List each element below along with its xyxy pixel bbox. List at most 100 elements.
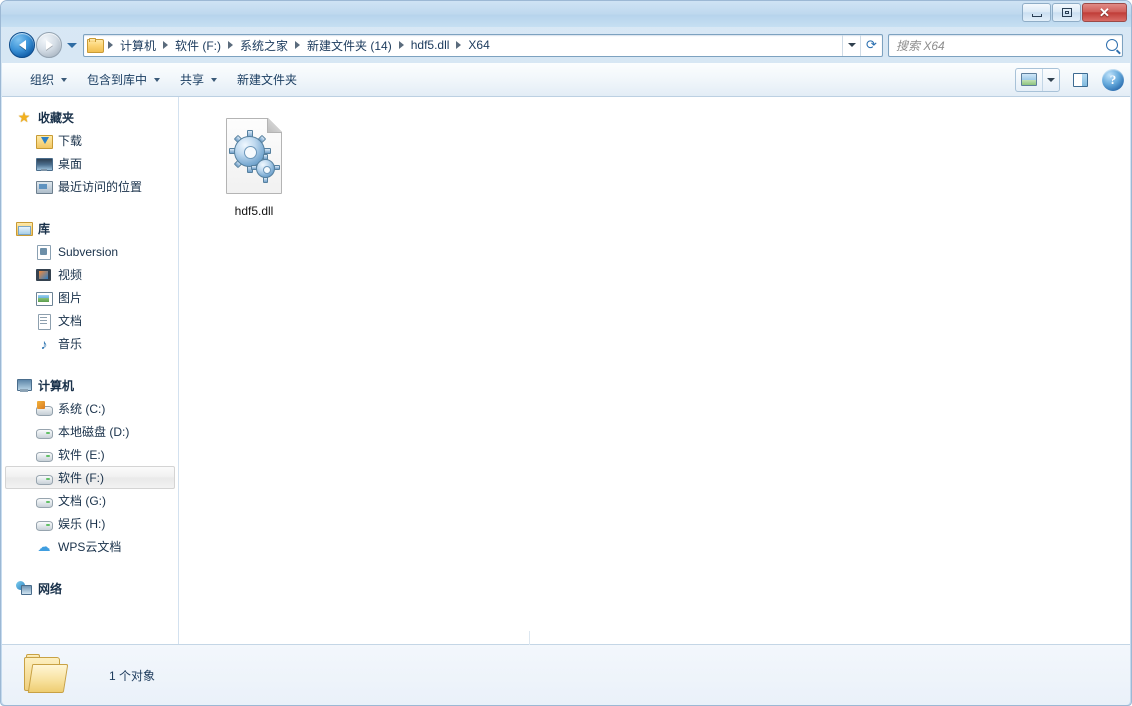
view-mode-icon-wrap: [1016, 69, 1042, 91]
sidebar-item-music[interactable]: ♪ 音乐: [5, 332, 175, 355]
breadcrumb-separator: [399, 41, 404, 49]
search-placeholder: 搜索 X64: [896, 37, 1106, 54]
command-bar: 组织 包含到库中 共享 新建文件夹: [2, 63, 1130, 97]
drive-icon: [36, 516, 52, 532]
drive-icon: [36, 424, 52, 440]
sidebar-item-documents[interactable]: 文档: [5, 309, 175, 332]
preview-pane-button[interactable]: [1068, 68, 1092, 92]
status-bar: 1 个对象: [2, 644, 1130, 705]
view-mode-icon: [1021, 73, 1037, 86]
sidebar-item-drive-e[interactable]: 软件 (E:): [5, 443, 175, 466]
desktop-icon: [36, 156, 52, 172]
sidebar-item-label: 最近访问的位置: [58, 178, 142, 195]
sidebar-item-desktop[interactable]: 桌面: [5, 152, 175, 175]
page-fold-corner: [267, 118, 282, 133]
nav-header-libraries-label: 库: [38, 220, 50, 237]
back-button[interactable]: [9, 32, 35, 58]
share-button[interactable]: 共享: [170, 66, 227, 93]
organize-button[interactable]: 组织: [20, 66, 77, 93]
breadcrumb-separator: [228, 41, 233, 49]
sidebar-item-pictures[interactable]: 图片: [5, 286, 175, 309]
breadcrumb-separator: [163, 41, 168, 49]
history-dropdown-button[interactable]: [66, 32, 78, 58]
sidebar-item-videos[interactable]: 视频: [5, 263, 175, 286]
computer-icon: [16, 377, 32, 393]
include-in-library-button[interactable]: 包含到库中: [77, 66, 170, 93]
breadcrumb-item-drive-f[interactable]: 软件 (F:): [170, 35, 226, 56]
nav-header-network-label: 网络: [38, 580, 62, 597]
navigation-pane[interactable]: ★ 收藏夹 下载 桌面 最近访问的位置: [2, 97, 179, 644]
drive-icon: [36, 493, 52, 509]
file-name-label: hdf5.dll: [235, 204, 274, 219]
body-area: ★ 收藏夹 下载 桌面 最近访问的位置: [2, 97, 1130, 644]
organize-label: 组织: [30, 71, 54, 88]
nav-group-network: 网络: [2, 576, 178, 600]
sidebar-item-label: WPS云文档: [58, 538, 121, 555]
star-icon: ★: [16, 109, 32, 125]
nav-spacer: [2, 560, 178, 576]
sidebar-item-drive-f[interactable]: 软件 (F:): [5, 466, 175, 489]
nav-header-network[interactable]: 网络: [2, 576, 178, 600]
title-bar: ✕: [1, 1, 1131, 27]
breadcrumb-item-new-folder-14[interactable]: 新建文件夹 (14): [302, 35, 397, 56]
command-bar-right: ?: [1015, 68, 1124, 92]
file-list-pane[interactable]: hdf5.dll: [179, 97, 1130, 644]
documents-icon: [36, 313, 52, 329]
help-button[interactable]: ?: [1102, 69, 1124, 91]
sidebar-item-label: 本地磁盘 (D:): [58, 423, 129, 440]
downloads-icon: [36, 133, 52, 149]
include-in-library-label: 包含到库中: [87, 71, 147, 88]
sidebar-item-drive-g[interactable]: 文档 (G:): [5, 489, 175, 512]
chevron-down-icon: [67, 43, 77, 48]
sidebar-item-drive-d[interactable]: 本地磁盘 (D:): [5, 420, 175, 443]
address-dropdown-button[interactable]: [842, 35, 860, 56]
minimize-button[interactable]: [1022, 3, 1051, 22]
breadcrumb-item-computer[interactable]: 计算机: [115, 35, 161, 56]
sidebar-item-wps-cloud[interactable]: ☁ WPS云文档: [5, 535, 175, 558]
sidebar-item-label: 桌面: [58, 155, 82, 172]
sidebar-item-label: 下载: [58, 132, 82, 149]
sidebar-item-subversion[interactable]: Subversion: [5, 240, 175, 263]
item-count-text: 1 个对象: [109, 667, 155, 684]
sidebar-item-label: 文档 (G:): [58, 492, 106, 509]
search-input[interactable]: 搜索 X64: [888, 34, 1123, 57]
sidebar-item-drive-h[interactable]: 娱乐 (H:): [5, 512, 175, 535]
sidebar-item-label: 图片: [58, 289, 82, 306]
address-bar[interactable]: 计算机 软件 (F:) 系统之家 新建文件夹 (14) hdf5.dll X64…: [83, 34, 883, 57]
refresh-button[interactable]: ⟳: [860, 35, 882, 56]
nav-header-favorites-label: 收藏夹: [38, 109, 74, 126]
list-item[interactable]: hdf5.dll: [198, 111, 310, 224]
forward-button[interactable]: [36, 32, 62, 58]
view-dropdown-button[interactable]: [1042, 69, 1059, 91]
recent-places-icon: [36, 179, 52, 195]
column-divider: [529, 631, 530, 645]
nav-header-favorites[interactable]: ★ 收藏夹: [2, 105, 178, 129]
sidebar-item-label: 软件 (E:): [58, 446, 105, 463]
sidebar-item-label: 软件 (F:): [58, 469, 104, 486]
pictures-icon: [36, 290, 52, 306]
maximize-button[interactable]: [1052, 3, 1081, 22]
explorer-window: ✕ 计算机 软件 (F:) 系统之家 新建文件夹 (14): [0, 0, 1132, 706]
sidebar-item-recent-places[interactable]: 最近访问的位置: [5, 175, 175, 198]
forward-arrow-icon: [46, 40, 53, 50]
drive-icon: [36, 470, 52, 486]
new-folder-label: 新建文件夹: [237, 71, 297, 88]
sidebar-item-downloads[interactable]: 下载: [5, 129, 175, 152]
nav-header-computer[interactable]: 计算机: [2, 373, 178, 397]
breadcrumb-item-hdf5-dll[interactable]: hdf5.dll: [406, 36, 455, 54]
folder-front: [28, 664, 69, 693]
chevron-down-icon: [1047, 78, 1055, 82]
drive-icon: [36, 447, 52, 463]
nav-header-libraries[interactable]: 库: [2, 216, 178, 240]
open-folder-icon: [20, 653, 72, 697]
system-drive-icon: [36, 401, 52, 417]
back-arrow-icon: [19, 40, 26, 50]
sidebar-item-drive-c[interactable]: 系统 (C:): [5, 397, 175, 420]
breadcrumb-item-x64[interactable]: X64: [463, 36, 494, 54]
sidebar-item-label: 视频: [58, 266, 82, 283]
new-folder-button[interactable]: 新建文件夹: [227, 66, 307, 93]
dll-file-icon: [220, 118, 288, 198]
close-button[interactable]: ✕: [1082, 3, 1127, 22]
change-view-button[interactable]: [1015, 68, 1060, 92]
breadcrumb-item-xitongzhijia[interactable]: 系统之家: [235, 35, 293, 56]
